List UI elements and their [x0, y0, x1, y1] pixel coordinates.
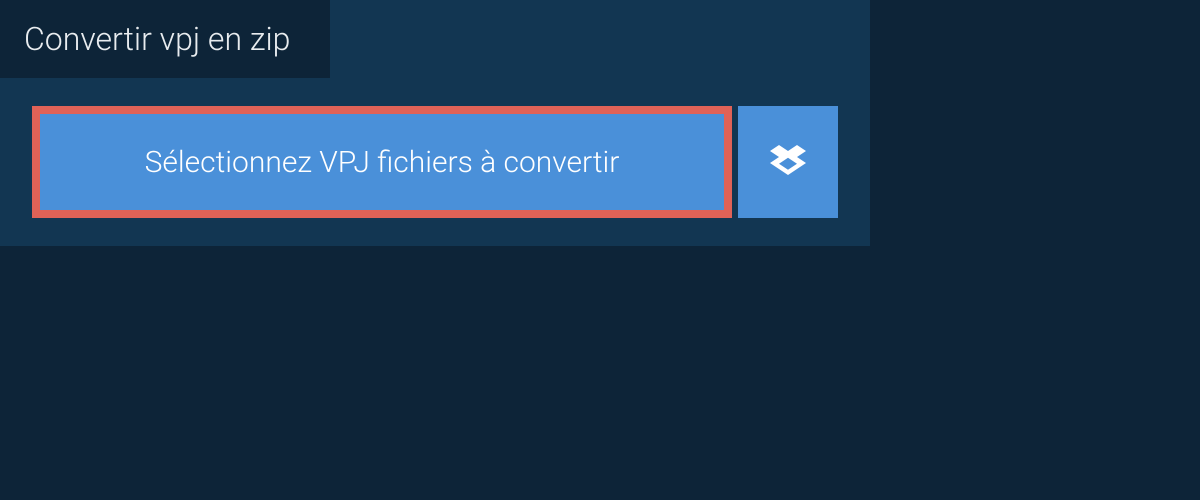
converter-panel: Convertir vpj en zip Sélectionnez VPJ fi… [0, 0, 870, 246]
dropbox-button[interactable] [738, 106, 838, 218]
select-files-label: Sélectionnez VPJ fichiers à convertir [145, 145, 620, 180]
upload-button-row: Sélectionnez VPJ fichiers à convertir [32, 106, 870, 218]
tab-convert[interactable]: Convertir vpj en zip [0, 0, 330, 78]
tab-label: Convertir vpj en zip [24, 20, 290, 58]
dropbox-icon [770, 142, 806, 182]
select-files-button[interactable]: Sélectionnez VPJ fichiers à convertir [32, 106, 732, 218]
